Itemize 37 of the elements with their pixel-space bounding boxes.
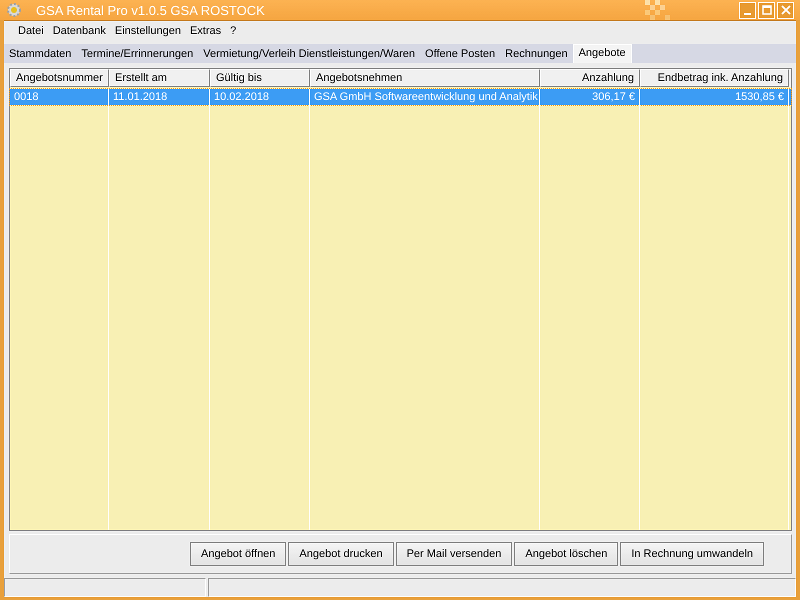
menu-item[interactable]: Datenbank bbox=[52, 25, 106, 37]
checker-pattern-icon bbox=[645, 0, 670, 20]
action-button[interactable]: Angebot öffnen bbox=[190, 542, 286, 566]
minimize-button[interactable] bbox=[739, 2, 756, 18]
table-cell: 0018 bbox=[10, 89, 109, 105]
menu-item[interactable]: Extras bbox=[190, 25, 222, 37]
close-button[interactable] bbox=[777, 2, 794, 18]
minimize-icon bbox=[744, 12, 751, 14]
tab[interactable]: Stammdaten bbox=[4, 46, 76, 63]
maximize-icon bbox=[762, 5, 772, 15]
action-button[interactable]: Angebot drucken bbox=[288, 542, 394, 566]
action-button[interactable]: In Rechnung umwandeln bbox=[620, 542, 764, 566]
table-cell: GSA GmbH Softwareentwicklung und Analytik bbox=[310, 89, 540, 105]
column-header[interactable]: Endbetrag ink. Anzahlung bbox=[640, 69, 789, 87]
action-button[interactable]: Per Mail versenden bbox=[396, 542, 512, 566]
column-header[interactable]: Anzahlung bbox=[540, 69, 640, 87]
column-header[interactable]: Erstellt am bbox=[109, 69, 210, 87]
window-title: GSA Rental Pro v1.0.5 GSA ROSTOCK bbox=[36, 2, 265, 18]
tab[interactable]: Termine/Errinnerungen bbox=[76, 46, 198, 63]
table-cell: 10.02.2018 bbox=[210, 89, 310, 105]
maximize-button[interactable] bbox=[758, 2, 775, 18]
table-cell: 1530,85 € bbox=[640, 89, 789, 105]
close-icon bbox=[780, 5, 790, 15]
column-header[interactable]: Gültig bis bbox=[210, 69, 310, 87]
action-button[interactable]: Angebot löschen bbox=[514, 542, 618, 566]
gear-icon bbox=[6, 2, 22, 18]
menu-item[interactable]: ? bbox=[230, 25, 236, 37]
tab[interactable]: Offene Posten bbox=[420, 46, 500, 63]
column-header[interactable]: Angebotsnehmen bbox=[310, 69, 540, 87]
tab[interactable]: Vermietung/Verleih Dienstleistungen/Waren bbox=[198, 46, 420, 63]
menu-item[interactable]: Einstellungen bbox=[114, 25, 181, 37]
table-cell: 306,17 € bbox=[540, 89, 640, 105]
column-header[interactable]: Angebotsnummer bbox=[10, 69, 109, 87]
table-cell: 11.01.2018 bbox=[109, 89, 210, 105]
menu-item[interactable]: Datei bbox=[18, 25, 44, 37]
tab[interactable]: Rechnungen bbox=[500, 46, 573, 63]
tab[interactable]: Angebote bbox=[572, 44, 632, 63]
